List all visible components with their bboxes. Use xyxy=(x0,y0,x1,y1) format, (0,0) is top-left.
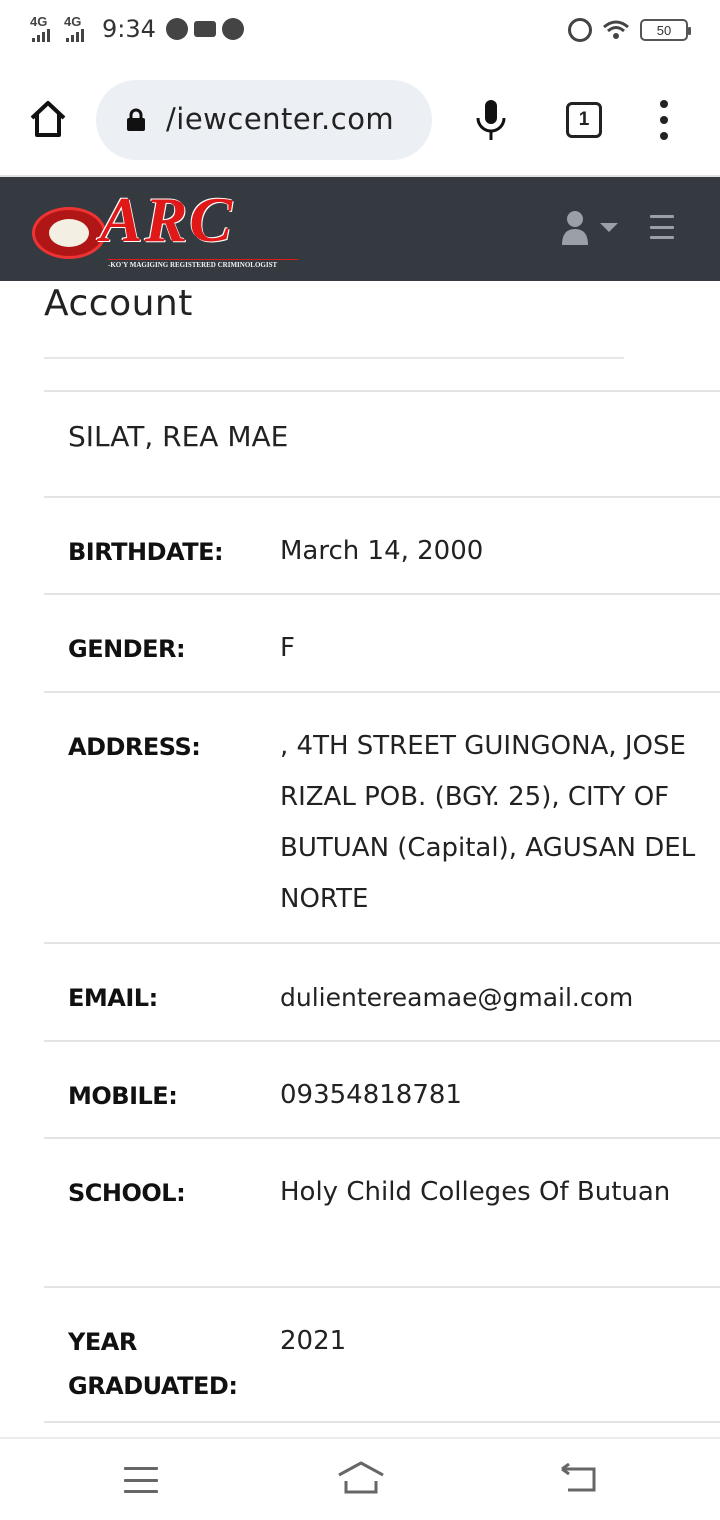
messenger-icon xyxy=(221,18,244,40)
field-label: YEAR GRADUATED: xyxy=(68,1328,238,1400)
page-title: Account xyxy=(44,283,193,324)
address-bar[interactable]: /iewcenter.com xyxy=(96,80,432,160)
logo-tagline: -KO'Y MAGIGING REGISTERED CRIMINOLOGIST xyxy=(108,259,298,269)
tabs-icon[interactable]: 1 xyxy=(566,102,602,138)
field-value: F xyxy=(280,633,295,663)
table-row: GENDER: F xyxy=(44,593,720,691)
field-label: GENDER: xyxy=(68,635,186,663)
profile-name: SILAT, REA MAE xyxy=(68,420,289,453)
field-value: , 4TH STREET GUINGONA, JOSE RIZAL POB. (… xyxy=(280,731,696,914)
table-row: SCHOOL: Holy Child Colleges Of Butuan xyxy=(44,1137,720,1286)
field-label: SCHOOL: xyxy=(68,1179,186,1207)
tab-count: 1 xyxy=(578,109,590,130)
field-value: March 14, 2000 xyxy=(280,536,484,566)
table-row: ADDRESS: , 4TH STREET GUINGONA, JOSE RIZ… xyxy=(44,691,720,942)
field-value: 09354818781 xyxy=(280,1080,462,1110)
user-menu-icon[interactable] xyxy=(560,209,622,249)
mic-icon[interactable] xyxy=(474,98,508,142)
signal-icon: 4G xyxy=(30,14,58,44)
profile-table: SILAT, REA MAE BIRTHDATE: March 14, 2000… xyxy=(44,390,720,1431)
status-bar: 4G 4G 9:34 50 xyxy=(0,0,720,64)
status-time: 9:34 xyxy=(102,15,156,43)
wifi-icon xyxy=(603,20,629,39)
field-label: BIRTHDATE: xyxy=(68,538,224,566)
seal-icon xyxy=(32,207,106,259)
hamburger-icon[interactable] xyxy=(650,215,674,239)
field-value: Holy Child Colleges Of Butuan xyxy=(280,1177,671,1207)
system-nav-bar xyxy=(0,1437,720,1520)
battery-level: 50 xyxy=(656,22,672,38)
divider xyxy=(44,1421,720,1431)
field-label: MOBILE: xyxy=(68,1082,178,1110)
field-value: dulientereamae@gmail.com xyxy=(280,983,634,1012)
field-label: ADDRESS: xyxy=(68,733,201,761)
field-label: EMAIL: xyxy=(68,984,158,1012)
logo-text: ARC xyxy=(100,184,235,255)
table-row: YEAR GRADUATED: 2021 xyxy=(44,1286,720,1421)
home-icon[interactable] xyxy=(28,98,68,140)
notification-icon xyxy=(165,18,188,40)
home-icon[interactable] xyxy=(336,1461,386,1495)
battery-icon: 50 xyxy=(640,19,691,41)
table-row: EMAIL: dulientereamae@gmail.com xyxy=(44,942,720,1040)
name-row: SILAT, REA MAE xyxy=(44,390,720,496)
table-row: MOBILE: 09354818781 xyxy=(44,1040,720,1137)
url-text: /iewcenter.com xyxy=(166,102,395,136)
more-icon[interactable] xyxy=(656,100,672,140)
site-header: ARC -KO'Y MAGIGING REGISTERED CRIMINOLOG… xyxy=(0,177,720,281)
browser-toolbar: /iewcenter.com 1 xyxy=(0,64,720,177)
lock-icon xyxy=(127,108,145,131)
alarm-icon xyxy=(568,18,592,42)
back-icon[interactable] xyxy=(560,1463,598,1493)
divider xyxy=(44,357,624,359)
mail-icon xyxy=(193,21,216,37)
menu-icon[interactable] xyxy=(124,1467,158,1493)
field-value: 2021 xyxy=(280,1326,347,1356)
site-logo[interactable]: ARC -KO'Y MAGIGING REGISTERED CRIMINOLOG… xyxy=(30,184,302,273)
table-row: BIRTHDATE: March 14, 2000 xyxy=(44,496,720,593)
main-content: Account SILAT, REA MAE BIRTHDATE: March … xyxy=(0,281,720,1437)
signal-icon: 4G xyxy=(64,14,92,44)
